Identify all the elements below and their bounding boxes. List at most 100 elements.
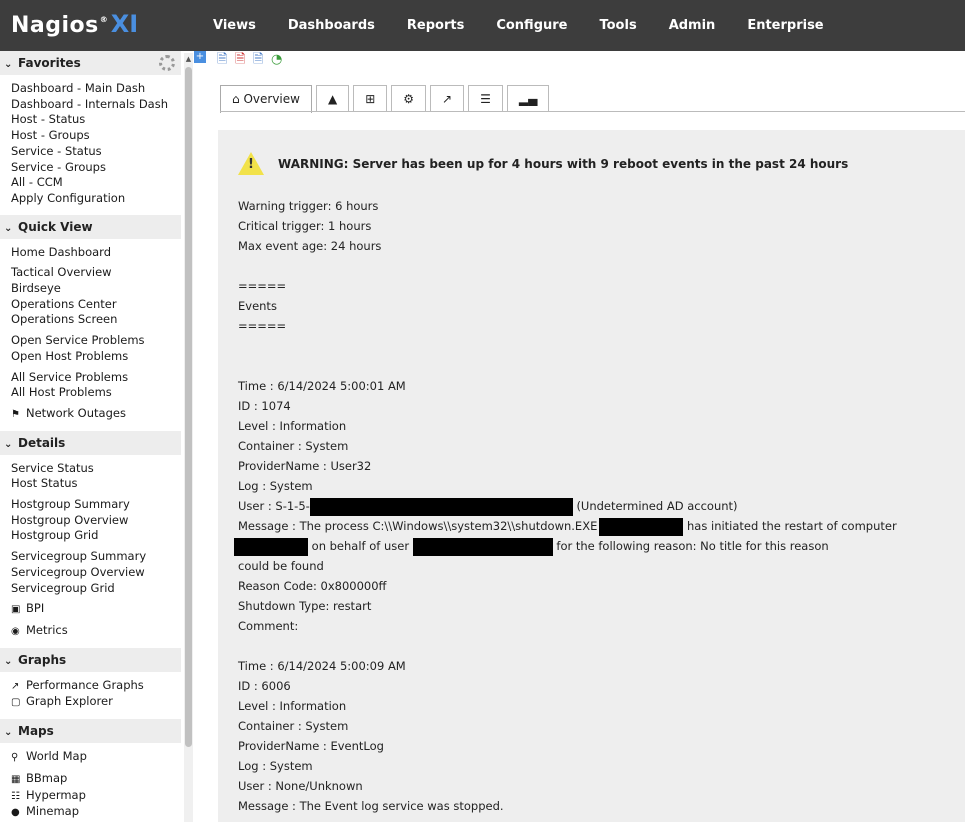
redaction-box [599,517,684,536]
sidebar-item-hostgroup-overview[interactable]: Hostgroup Overview [11,513,181,529]
section-title: Favorites [18,56,81,70]
event1-comment: Comment: [238,619,299,633]
sidebar-item-all-host-problems[interactable]: All Host Problems [11,385,181,401]
tab-signal[interactable]: ▂▄ [506,85,550,112]
grid-icon: ▦ [11,773,21,785]
sidebar-item-host-groups[interactable]: Host - Groups [11,128,181,144]
event2-container: Container : System [238,719,349,733]
sidebar-item-graph-explorer[interactable]: ▢ Graph Explorer [11,694,181,711]
sidebar-item-host-status-detail[interactable]: Host Status [11,476,181,492]
user-suffix: (Undetermined AD account) [576,499,738,513]
event1-message-cont: on behalf of user for the following reas… [234,536,958,556]
warning-trigger: Warning trigger: 6 hours [238,199,379,213]
max-event-age: Max event age: 24 hours [238,239,382,253]
sidebar-item-servicegroup-grid[interactable]: Servicegroup Grid [11,581,181,597]
gear-icon[interactable] [159,55,175,71]
list-icon: ☰ [480,92,491,106]
sidebar-item-network-outages[interactable]: ⚑ Network Outages [11,406,181,423]
sidebar-item-label: Hypermap [26,787,86,802]
sidebar-item-label: Network Outages [26,405,126,420]
sidebar-item-home-dashboard[interactable]: Home Dashboard [11,245,181,261]
sidebar-item-main-dash[interactable]: Dashboard - Main Dash [11,81,181,97]
event2-user: User : None/Unknown [238,779,363,793]
sidebar-item-service-status[interactable]: Service - Status [11,144,181,160]
critical-trigger: Critical trigger: 1 hours [238,219,372,233]
separator: ===== [238,319,287,333]
page-icon[interactable]: 🗎 [217,52,232,67]
sidebar-item-host-status[interactable]: Host - Status [11,112,181,128]
map-icon: ▢ [11,697,21,709]
graphs-header[interactable]: ⌄ Graphs [0,647,181,672]
warning-banner: ! WARNING: Server has been up for 4 hour… [238,152,848,175]
sidebar-item-birdseye[interactable]: Birdseye [11,281,181,297]
event1-id: ID : 1074 [238,399,291,413]
tab-list[interactable]: ☰ [468,85,503,112]
tab-graphs[interactable]: ↗ [430,85,465,112]
sidebar-item-apply-config[interactable]: Apply Configuration [11,191,181,207]
favorites-header[interactable]: ⌄ Favorites [0,51,181,75]
nagios-logo[interactable]: Nagios ® XI [11,10,138,40]
sidebar-item-label: Minemap [26,804,80,819]
sidebar-scrollbar[interactable]: ▲ [184,53,193,822]
message-part: has initiated the restart of computer [687,519,897,533]
message-part: on behalf of user [311,539,410,553]
circle-icon: ● [11,807,20,819]
sidebar-item-world-map[interactable]: ⚲ World Map [11,749,181,766]
sidebar-item-operations-center[interactable]: Operations Center [11,297,181,313]
chart-pie-icon[interactable]: ◔ [271,52,286,67]
sidebar-item-tactical-overview[interactable]: Tactical Overview [11,265,181,281]
event1-message-end: could be found [238,559,324,573]
sidebar-item-service-groups[interactable]: Service - Groups [11,160,181,176]
plus-square-icon: ⊞ [365,92,376,106]
sidebar-item-open-service-problems[interactable]: Open Service Problems [11,333,181,349]
nav-enterprise[interactable]: Enterprise [731,0,839,51]
sidebar-item-minemap[interactable]: ● Minemap [11,804,181,821]
sidebar-item-all-service-problems[interactable]: All Service Problems [11,370,181,386]
event1-time: Time : 6/14/2024 5:00:01 AM [238,379,406,393]
nav-reports[interactable]: Reports [391,0,480,51]
gear-icon: ⚙ [403,92,415,106]
tab-overview[interactable]: ⌂ Overview [220,85,312,113]
nav-configure[interactable]: Configure [480,0,583,51]
sidebar-item-servicegroup-summary[interactable]: Servicegroup Summary [11,549,181,565]
nav-dashboards[interactable]: Dashboards [272,0,391,51]
sidebar-item-open-host-problems[interactable]: Open Host Problems [11,349,181,365]
sidebar-item-hypermap[interactable]: ☷ Hypermap [11,788,181,805]
tab-add[interactable]: ⊞ [353,85,388,112]
expand-toggle-icon[interactable]: + [194,51,206,63]
scroll-up-arrow-icon[interactable]: ▲ [184,55,193,63]
events-heading: Events [238,299,277,313]
nav-tools[interactable]: Tools [583,0,652,51]
detail-tabs: ⌂ Overview ▲ ⊞ ⚙ ↗ ☰ ▂▄ [220,85,553,113]
sidebar-item-bbmap[interactable]: ▦ BBmap [11,771,181,788]
message-part: for the following reason: No title for t… [556,539,829,553]
pdf-export-icon[interactable]: 🗎 [235,52,250,67]
sidebar-item-label: Metrics [26,622,68,637]
nav-views[interactable]: Views [197,0,272,51]
sidebar-item-performance-graphs[interactable]: ↗ Performance Graphs [11,678,181,695]
nav-admin[interactable]: Admin [653,0,732,51]
sidebar-item-label: World Map [26,749,87,764]
sidebar-item-hostgroup-summary[interactable]: Hostgroup Summary [11,497,181,513]
maps-header[interactable]: ⌄ Maps [0,719,181,744]
sidebar-item-internals-dash[interactable]: Dashboard - Internals Dash [11,97,181,113]
quickview-header[interactable]: ⌄ Quick View [0,214,181,239]
sidebar-item-service-status-detail[interactable]: Service Status [11,461,181,477]
separator: ===== [238,279,287,293]
sidebar-item-ccm[interactable]: All - CCM [11,175,181,191]
scrollbar-thumb[interactable] [185,67,192,747]
details-header[interactable]: ⌄ Details [0,430,181,455]
event2-message: Message : The Event log service was stop… [238,799,504,813]
main-nav: Views Dashboards Reports Configure Tools… [197,0,840,51]
sidebar-item-hostgroup-grid[interactable]: Hostgroup Grid [11,528,181,544]
sidebar-item-servicegroup-overview[interactable]: Servicegroup Overview [11,565,181,581]
tab-settings[interactable]: ⚙ [391,85,427,112]
tab-performance[interactable]: ▲ [315,85,350,112]
sidebar-item-operations-screen[interactable]: Operations Screen [11,312,181,328]
flag-icon: ⚑ [11,408,20,420]
sidebar-item-bpi[interactable]: ▣ BPI [11,601,181,618]
favorites-list: Dashboard - Main Dash Dashboard - Intern… [0,75,181,215]
schedule-page-icon[interactable]: 🗎 [253,52,268,67]
sidebar-item-metrics[interactable]: ◉ Metrics [11,623,181,640]
tab-overview-label: Overview [243,92,300,106]
